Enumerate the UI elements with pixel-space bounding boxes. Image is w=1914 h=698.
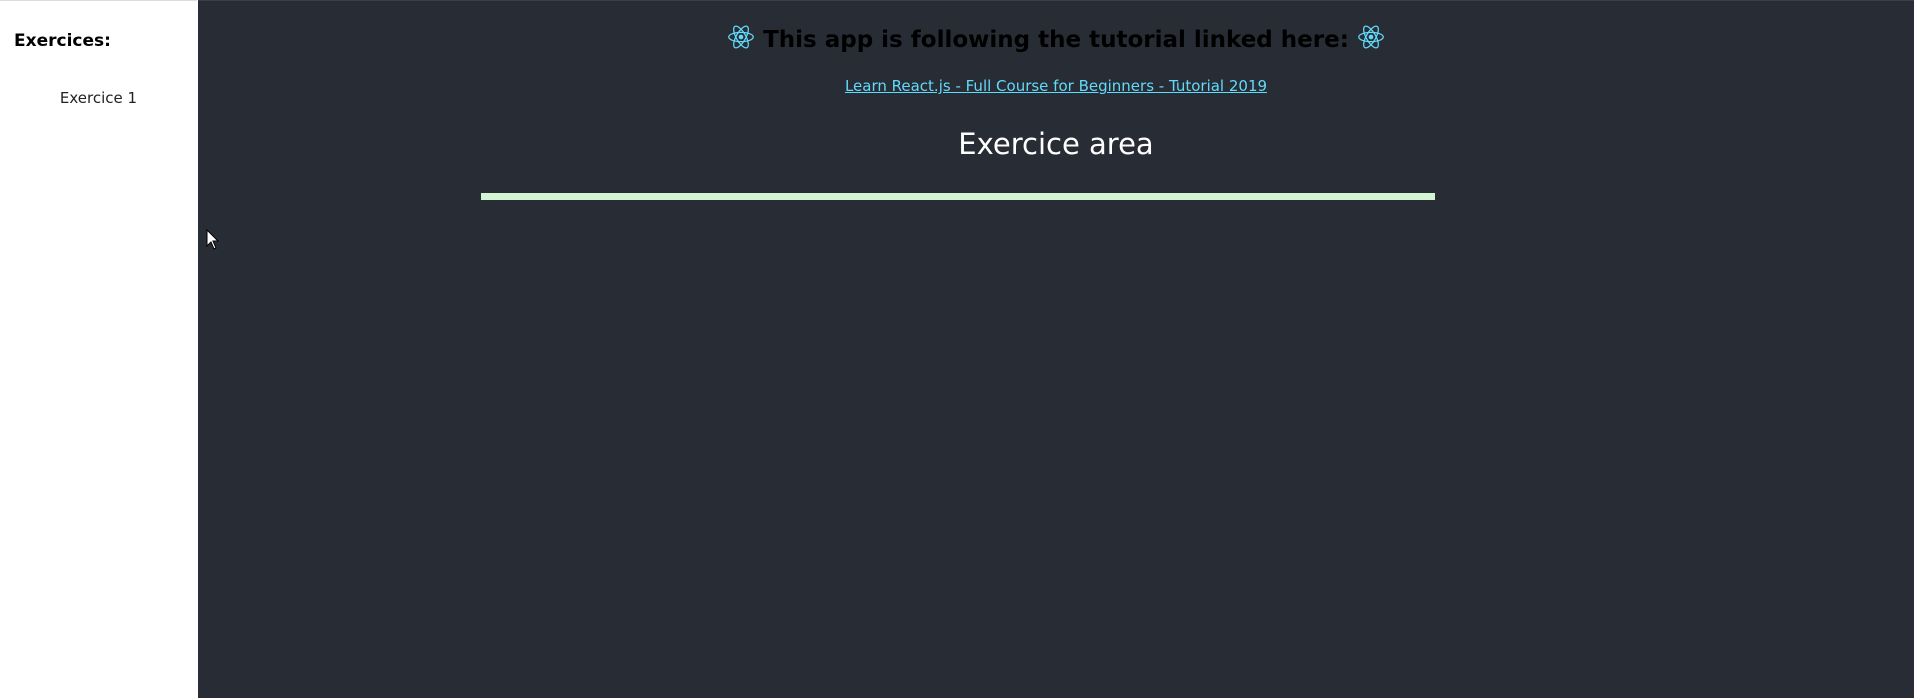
sidebar: Exercices: Exercice 1 (0, 0, 197, 698)
react-atom-icon (727, 23, 755, 51)
exercise-area-title: Exercice area (958, 127, 1154, 161)
mouse-cursor-icon (206, 228, 220, 251)
page-title: This app is following the tutorial linke… (763, 27, 1349, 53)
exercise-area-divider (481, 193, 1435, 200)
tutorial-link[interactable]: Learn React.js - Full Course for Beginne… (845, 77, 1267, 95)
tutorial-link-container: Learn React.js - Full Course for Beginne… (198, 77, 1914, 95)
main-area: This app is following the tutorial linke… (198, 0, 1914, 698)
react-atom-icon (1357, 23, 1385, 51)
sidebar-title: Exercices: (14, 31, 111, 51)
page-header: This app is following the tutorial linke… (198, 23, 1914, 53)
sidebar-item-exercice-1[interactable]: Exercice 1 (0, 89, 197, 107)
